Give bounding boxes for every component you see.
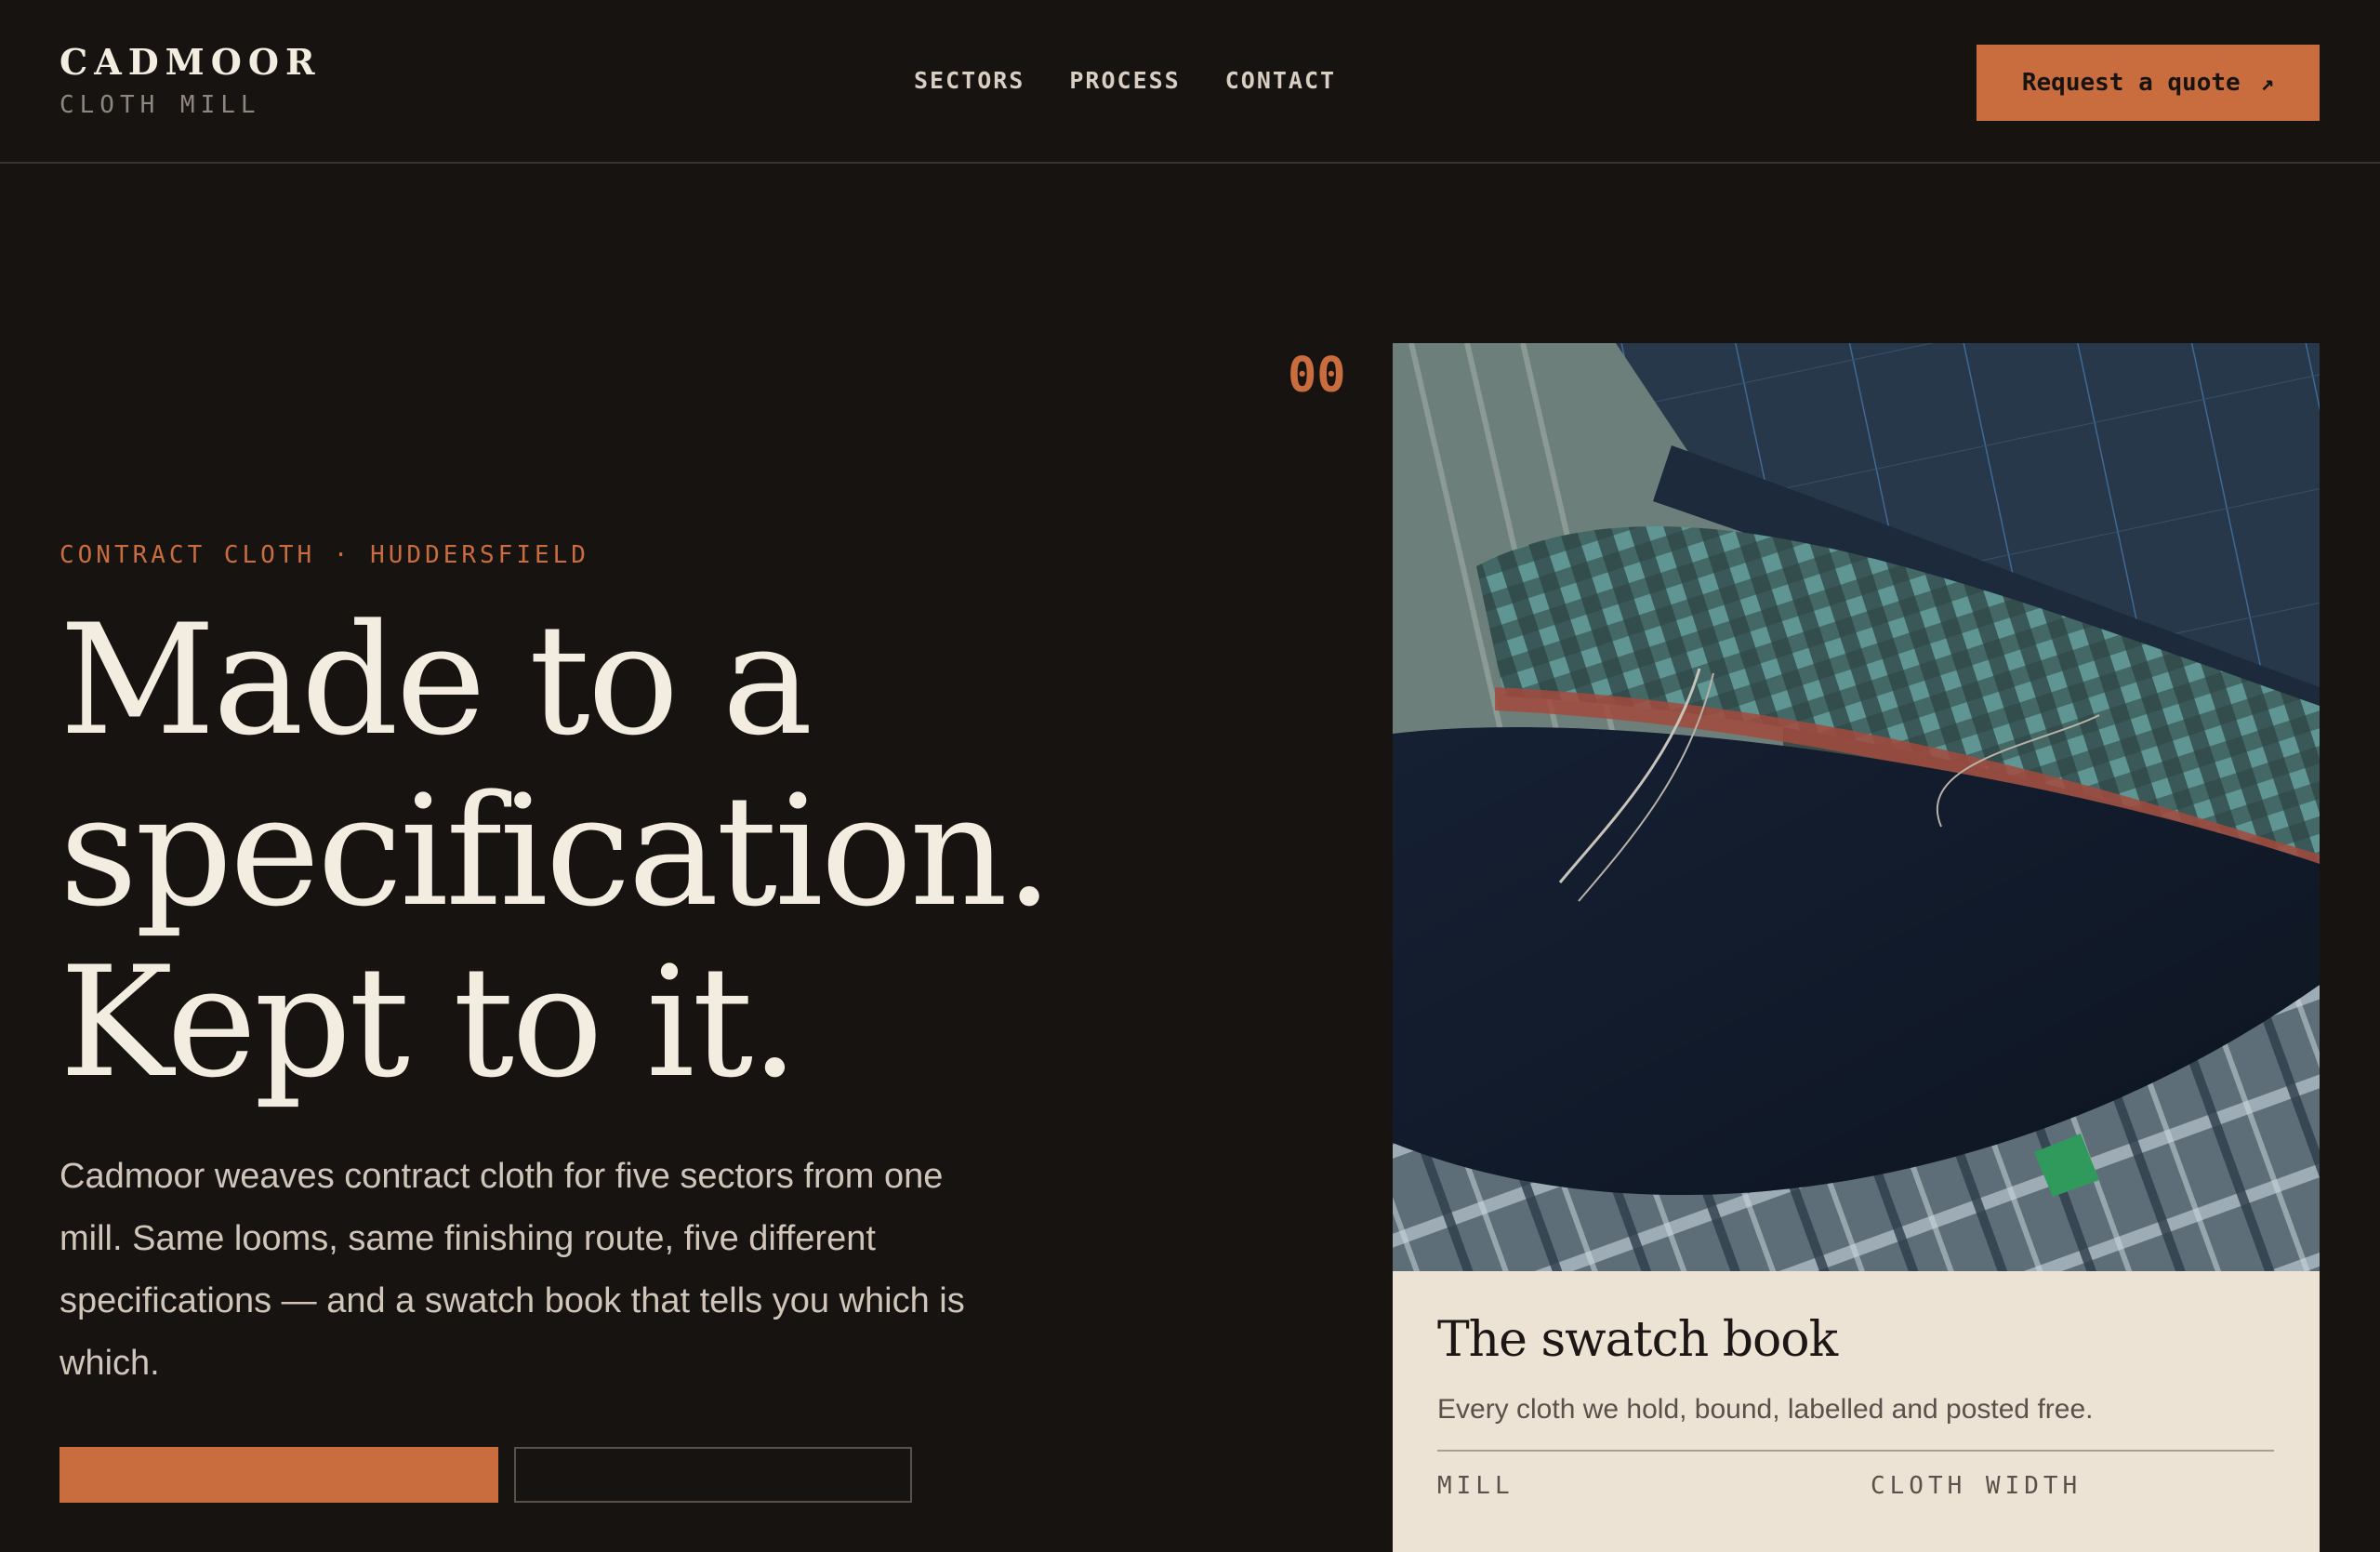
- arrow-up-right-icon: ↗: [2260, 70, 2275, 96]
- headline-line-1: Made to a: [60, 591, 813, 769]
- fabric-swatch-image: [1393, 343, 2320, 1271]
- brand-name[interactable]: CADMOOR: [60, 41, 322, 83]
- card-divider: [1437, 1450, 2274, 1452]
- hero-headline: Made to a specification. Kept to it.: [60, 595, 1175, 1108]
- spec-label-cloth-width: CLOTH WIDTH: [1871, 1472, 2082, 1500]
- card-title: The swatch book: [1437, 1312, 1838, 1368]
- nav-contact[interactable]: CONTACT: [1225, 67, 1336, 94]
- primary-cta-button[interactable]: [60, 1447, 498, 1503]
- brand-subtitle: CLOTH MILL: [60, 91, 261, 119]
- headline-line-3: Kept to it.: [60, 934, 799, 1111]
- headline-line-2: specification.: [60, 763, 1053, 940]
- hero-intro: Cadmoor weaves contract cloth for five s…: [60, 1157, 965, 1383]
- card-description: Every cloth we hold, bound, labelled and…: [1437, 1394, 2094, 1425]
- request-quote-label: Request a quote: [2021, 69, 2241, 97]
- nav-sectors[interactable]: SECTORS: [914, 67, 1025, 94]
- spec-label-mill: MILL: [1437, 1472, 1514, 1500]
- swatch-book-card: The swatch book Every cloth we hold, bou…: [1393, 343, 2320, 1552]
- hero-eyebrow: CONTRACT CLOTH · HUDDERSFIELD: [60, 541, 589, 569]
- request-quote-button[interactable]: Request a quote ↗: [1977, 45, 2320, 121]
- main-nav: SECTORS PROCESS CONTACT: [914, 67, 1336, 94]
- site-header: CADMOOR CLOTH MILL SECTORS PROCESS CONTA…: [0, 0, 2380, 164]
- card-index-number: 00: [1288, 348, 1346, 404]
- secondary-cta-button[interactable]: [514, 1447, 912, 1503]
- nav-process[interactable]: PROCESS: [1069, 67, 1180, 94]
